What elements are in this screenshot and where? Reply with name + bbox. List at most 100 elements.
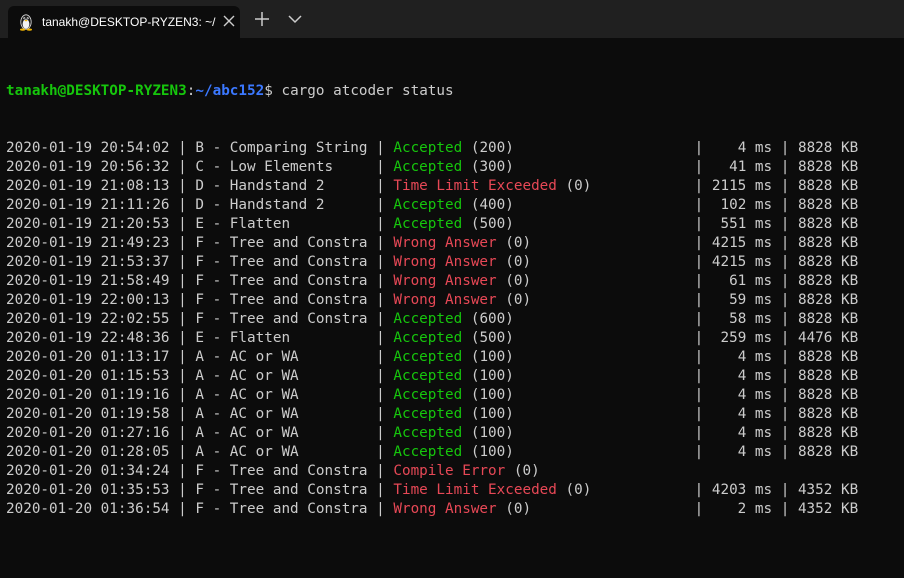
memory-usage: 8828 KB — [797, 178, 859, 194]
exec-time: 4 ms — [711, 349, 773, 365]
submission-time: 2020-01-19 22:00:13 — [6, 292, 170, 308]
score: (100) — [470, 368, 514, 384]
exec-time: 61 ms — [711, 273, 773, 289]
memory-usage: 8828 KB — [797, 444, 859, 460]
plus-icon[interactable] — [250, 8, 274, 30]
table-row: 2020-01-19 21:08:13 | D - Handstand 2 | … — [6, 178, 859, 194]
score: (300) — [470, 159, 514, 175]
score: (100) — [470, 387, 514, 403]
tab-bar: tanakh@DESKTOP-RYZEN3: ~/a — [0, 0, 904, 38]
exec-time: 4215 ms — [711, 254, 773, 270]
score: (200) — [470, 140, 514, 156]
terminal-output[interactable]: tanakh@DESKTOP-RYZEN3:~/abc152$ cargo at… — [6, 44, 898, 572]
table-row: 2020-01-19 21:49:23 | F - Tree and Const… — [6, 235, 859, 251]
submission-time: 2020-01-19 22:02:55 — [6, 311, 170, 327]
submission-time: 2020-01-20 01:36:54 — [6, 501, 170, 517]
status-text: Accepted — [393, 197, 463, 213]
table-row: 2020-01-20 01:27:16 | A - AC or WA | Acc… — [6, 425, 859, 441]
score: (0) — [505, 273, 532, 289]
terminal-window: tanakh@DESKTOP-RYZEN3: ~/a tanakh@DESKTO… — [0, 0, 904, 578]
chevron-down-icon[interactable] — [284, 8, 306, 30]
table-row: 2020-01-19 22:00:13 | F - Tree and Const… — [6, 292, 859, 308]
status-text: Wrong Answer — [393, 292, 497, 308]
memory-usage: 8828 KB — [797, 349, 859, 365]
prompt-symbol: $ — [264, 83, 282, 99]
problem-name: C - Low Elements — [195, 159, 368, 175]
status-text: Wrong Answer — [393, 501, 497, 517]
tab-title: tanakh@DESKTOP-RYZEN3: ~/a — [42, 15, 216, 29]
submission-time: 2020-01-19 21:20:53 — [6, 216, 170, 232]
memory-usage: 4476 KB — [797, 330, 859, 346]
exec-time: 551 ms — [711, 216, 773, 232]
prompt-line: tanakh@DESKTOP-RYZEN3:~/abc152$ cargo at… — [6, 82, 898, 101]
status-text: Accepted — [393, 425, 463, 441]
submission-time: 2020-01-20 01:19:58 — [6, 406, 170, 422]
problem-name: F - Tree and Constra — [195, 235, 368, 251]
status-text: Accepted — [393, 330, 463, 346]
prompt-command: cargo atcoder status — [281, 83, 454, 99]
problem-name: F - Tree and Constra — [195, 254, 368, 270]
table-row: 2020-01-20 01:36:54 | F - Tree and Const… — [6, 501, 859, 517]
exec-time: 59 ms — [711, 292, 773, 308]
table-row: 2020-01-20 01:15:53 | A - AC or WA | Acc… — [6, 368, 859, 384]
score: (0) — [505, 501, 532, 517]
exec-time: 4 ms — [711, 406, 773, 422]
score: (0) — [513, 463, 540, 479]
problem-name: E - Flatten — [195, 216, 368, 232]
table-row: 2020-01-20 01:13:17 | A - AC or WA | Acc… — [6, 349, 859, 365]
table-row: 2020-01-19 20:56:32 | C - Low Elements |… — [6, 159, 859, 175]
status-text: Accepted — [393, 387, 463, 403]
table-row: 2020-01-20 01:35:53 | F - Tree and Const… — [6, 482, 859, 498]
submission-time: 2020-01-19 20:56:32 — [6, 159, 170, 175]
score: (400) — [470, 197, 514, 213]
problem-name: D - Handstand 2 — [195, 178, 368, 194]
memory-usage: 8828 KB — [797, 273, 859, 289]
status-text: Time Limit Exceeded — [393, 482, 557, 498]
score: (0) — [505, 292, 532, 308]
exec-time: 2115 ms — [711, 178, 773, 194]
terminal-tab[interactable]: tanakh@DESKTOP-RYZEN3: ~/a — [8, 6, 240, 38]
memory-usage: 8828 KB — [797, 292, 859, 308]
status-text: Wrong Answer — [393, 273, 497, 289]
memory-usage: 8828 KB — [797, 387, 859, 403]
submission-time: 2020-01-20 01:27:16 — [6, 425, 170, 441]
memory-usage: 4352 KB — [797, 501, 859, 517]
status-text: Accepted — [393, 140, 463, 156]
memory-usage: 8828 KB — [797, 235, 859, 251]
problem-name: F - Tree and Constra — [195, 311, 368, 327]
status-text: Time Limit Exceeded — [393, 178, 557, 194]
exec-time: 102 ms — [711, 197, 773, 213]
submission-list: 2020-01-19 20:54:02 | B - Comparing Stri… — [6, 139, 898, 519]
exec-time: 4215 ms — [711, 235, 773, 251]
problem-name: A - AC or WA — [195, 349, 368, 365]
status-text: Accepted — [393, 159, 463, 175]
score: (100) — [470, 444, 514, 460]
exec-time: 4203 ms — [711, 482, 773, 498]
submission-time: 2020-01-19 22:48:36 — [6, 330, 170, 346]
submission-time: 2020-01-19 20:54:02 — [6, 140, 170, 156]
score: (100) — [470, 406, 514, 422]
table-row: 2020-01-20 01:34:24 | F - Tree and Const… — [6, 463, 540, 479]
memory-usage: 8828 KB — [797, 311, 859, 327]
score: (0) — [505, 235, 532, 251]
problem-name: F - Tree and Constra — [195, 292, 368, 308]
problem-name: A - AC or WA — [195, 444, 368, 460]
memory-usage: 8828 KB — [797, 406, 859, 422]
exec-time: 4 ms — [711, 425, 773, 441]
exec-time: 2 ms — [711, 501, 773, 517]
table-row: 2020-01-19 22:48:36 | E - Flatten | Acce… — [6, 330, 859, 346]
submission-time: 2020-01-20 01:34:24 — [6, 463, 170, 479]
exec-time: 4 ms — [711, 140, 773, 156]
status-text: Accepted — [393, 368, 463, 384]
prompt-user-host: tanakh@DESKTOP-RYZEN3 — [6, 83, 187, 99]
problem-name: D - Handstand 2 — [195, 197, 368, 213]
submission-time: 2020-01-20 01:15:53 — [6, 368, 170, 384]
problem-name: B - Comparing String — [195, 140, 368, 156]
submission-time: 2020-01-20 01:35:53 — [6, 482, 170, 498]
problem-name: F - Tree and Constra — [195, 463, 368, 479]
close-icon[interactable] — [222, 14, 236, 28]
status-text: Compile Error — [393, 463, 506, 479]
score: (0) — [565, 178, 592, 194]
problem-name: F - Tree and Constra — [195, 482, 368, 498]
table-row: 2020-01-19 21:20:53 | E - Flatten | Acce… — [6, 216, 859, 232]
